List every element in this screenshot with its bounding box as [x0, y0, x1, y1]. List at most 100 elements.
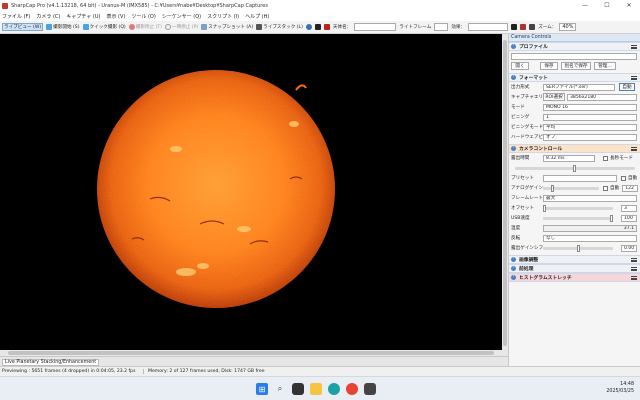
hw-binning-select[interactable]: オフ	[543, 133, 637, 141]
menu-file[interactable]: ファイル (F)	[2, 13, 30, 20]
section-menu-icon[interactable]	[631, 267, 637, 271]
close-button[interactable]: ✕	[618, 0, 640, 11]
minimize-button[interactable]: —	[574, 0, 596, 11]
preset-auto-label: 自動	[628, 176, 638, 181]
image-adjust-section-header[interactable]: ˅ 画像調整	[509, 255, 640, 264]
preset-select[interactable]	[543, 174, 617, 182]
quick-capture-button[interactable]: クイック撮影 (Q)	[82, 24, 126, 30]
usb-speed-slider[interactable]	[543, 214, 613, 222]
profile-header-label: プロファイル	[519, 45, 548, 50]
effect-select[interactable]	[468, 23, 509, 31]
profile-select[interactable]	[511, 52, 637, 60]
usb-speed-slider-knob[interactable]	[610, 214, 613, 222]
roi-select-button[interactable]: ROI選択	[543, 93, 565, 101]
digital-gain-input[interactable]: 0.00	[621, 244, 637, 252]
file-explorer-icon[interactable]	[310, 383, 322, 395]
sharpcap-icon[interactable]	[364, 383, 376, 395]
menu-view[interactable]: 表示 (V)	[106, 13, 125, 20]
menu-camera[interactable]: カメラ (C)	[36, 13, 60, 20]
overlay-icon[interactable]	[520, 24, 527, 30]
section-menu-icon[interactable]	[631, 76, 637, 80]
maximize-button[interactable]: ☐	[596, 0, 618, 11]
menu-tools[interactable]: ツール (O)	[131, 13, 155, 20]
analog-gain-slider-knob[interactable]	[551, 184, 554, 192]
profile-manage-button[interactable]: 管理...	[594, 62, 616, 70]
long-exposure-checkbox[interactable]	[603, 155, 608, 161]
analog-gain-auto-checkbox[interactable]	[603, 185, 608, 191]
grid-icon[interactable]	[511, 24, 518, 30]
frame-type-select[interactable]	[434, 23, 449, 31]
flip-select[interactable]: なし	[543, 234, 637, 242]
image-viewport[interactable]	[0, 34, 502, 350]
target-name-select[interactable]	[354, 23, 397, 31]
profile-open-button[interactable]: 開く	[511, 62, 529, 70]
profile-save-as-button[interactable]: 別名で保存	[561, 62, 591, 70]
offset-slider-knob[interactable]	[543, 204, 546, 212]
menu-sequencer[interactable]: シーケンサー (Q)	[162, 13, 201, 20]
format-section-header[interactable]: ˄ フォーマット	[509, 73, 640, 82]
binning-select[interactable]: 1	[543, 113, 637, 121]
search-icon[interactable]: ⌕	[274, 383, 286, 395]
digital-gain-slider[interactable]	[543, 244, 613, 252]
live-stack-icon	[256, 24, 263, 30]
analog-gain-auto-label: 自動	[610, 186, 620, 191]
digital-gain-slider-knob[interactable]	[577, 244, 580, 252]
capture-area-select[interactable]: 3856x2180	[567, 93, 637, 101]
offset-slider[interactable]	[543, 204, 613, 212]
live-view-button[interactable]: ライブビュー (W)	[2, 23, 44, 31]
live-stack-label: ライブスタック (L)	[263, 25, 303, 30]
digital-gain-row: 露出ゲインシフト 0.00	[509, 243, 640, 253]
color-wheel-icon[interactable]	[305, 24, 312, 30]
offset-input[interactable]: 3	[621, 204, 637, 212]
section-menu-icon[interactable]	[631, 258, 637, 262]
live-planetary-stacking-tab[interactable]: Live Planetary Stacking/Enhancement	[2, 359, 100, 366]
section-menu-icon[interactable]	[631, 147, 637, 151]
windows-taskbar: ⊞ ⌕ 14:48 2025/03/25	[0, 376, 640, 400]
exposure-slider[interactable]	[515, 164, 635, 172]
mode-value: MONO 16	[546, 104, 568, 110]
frame-rate-select[interactable]: 最大	[543, 194, 637, 202]
analog-gain-input[interactable]: 122	[622, 184, 639, 192]
histogram-icon[interactable]	[323, 24, 330, 30]
exposure-slider-knob[interactable]	[573, 164, 576, 172]
pause-button[interactable]: 一時停止 (P)	[164, 24, 198, 30]
histogram-section-header[interactable]: ˅ ヒストグラムストレッチ	[509, 273, 640, 282]
menu-help[interactable]: ヘルプ (H)	[245, 13, 269, 20]
mode-select[interactable]: MONO 16	[543, 103, 637, 111]
horizontal-scroll-thumb[interactable]	[8, 351, 494, 355]
live-stack-button[interactable]: ライブスタック (L)	[256, 24, 303, 30]
profile-select-row	[509, 51, 640, 61]
output-format-select[interactable]: SERファイル(*.ser)	[543, 83, 615, 91]
zoom-select[interactable]: 40%	[559, 23, 577, 31]
snapshot-button[interactable]: スナップショット (A)	[201, 24, 253, 30]
profile-section-header[interactable]: ˄ プロファイル	[509, 42, 640, 51]
zoom-label: ズーム：	[538, 25, 557, 30]
focus-icon[interactable]	[529, 24, 536, 30]
start-capture-button[interactable]: 撮影開始 (S)	[46, 24, 80, 30]
menu-scripting[interactable]: スクリプト (I)	[207, 13, 239, 20]
edge-icon[interactable]	[328, 383, 340, 395]
chrome-icon[interactable]	[346, 383, 358, 395]
profile-save-button[interactable]: 保存	[540, 62, 558, 70]
section-menu-icon[interactable]	[631, 276, 637, 280]
usb-speed-input[interactable]: 100	[621, 214, 637, 222]
exposure-input[interactable]: 8.32 ms	[543, 154, 595, 162]
section-menu-icon[interactable]	[631, 45, 637, 49]
binning-mode-select[interactable]: 平均	[543, 123, 637, 131]
preset-row: プリセット 自動	[509, 173, 640, 183]
vertical-scroll-thumb[interactable]	[503, 40, 507, 346]
preprocess-section-header[interactable]: ˅ 前処理	[509, 264, 640, 273]
preset-auto-checkbox[interactable]	[621, 175, 626, 181]
reticle-icon[interactable]	[314, 24, 321, 30]
analog-gain-slider[interactable]	[543, 184, 599, 192]
exposure-label: 露出時間	[511, 156, 530, 161]
task-view-icon[interactable]	[292, 383, 304, 395]
clock-date: 2025/03/25	[606, 388, 634, 394]
taskbar-clock[interactable]: 14:48 2025/03/25	[606, 382, 634, 395]
camera-control-section-header[interactable]: ˄ カメラコントロール	[509, 144, 640, 153]
output-format-auto-button[interactable]: 自動	[619, 83, 635, 91]
menu-capture[interactable]: キャプチャ (U)	[66, 13, 100, 20]
windows-start-icon[interactable]: ⊞	[256, 383, 268, 395]
sun-texture	[97, 70, 335, 308]
stop-capture-button[interactable]: 撮影停止 (T)	[128, 24, 162, 30]
